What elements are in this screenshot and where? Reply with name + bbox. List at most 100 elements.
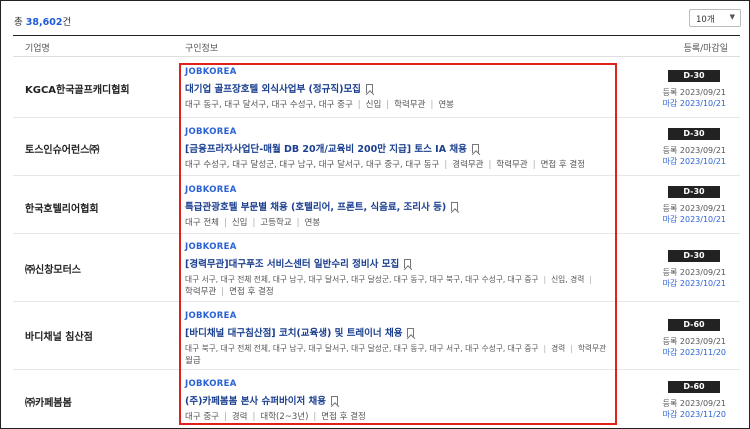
job-meta: 대구 수성구, 대구 달성군, 대구 남구, 대구 달서구, 대구 중구, 대구… [185,160,586,170]
header-dates: 등록/마감일 [683,44,728,54]
job-title-link[interactable]: 대기업 골프장호텔 외식사업부 (정규직)모집 [185,81,613,95]
meta-salary: 면접 후 결정 [321,412,366,422]
source-brand: JOBKOREA [185,185,237,195]
source-brand: JOBKOREA [185,379,237,389]
job-info: JOBKOREA 특급관광호텔 부문별 채용 (호텔리어, 프론트, 식음료, … [185,185,613,229]
bookmark-icon[interactable] [330,396,338,405]
company-name[interactable]: 토스인슈어런스㈜ [25,141,99,156]
meta-career: 신입, 경력 [551,275,585,284]
registered-date: 등록 2023/09/21 [662,399,726,408]
table-row: 바디채널 침산점 JOBKOREA [바디채널 대구침산점] 코치(교육생) 및… [13,302,740,370]
meta-salary: 면접 후 결정 [540,160,586,170]
dday-badge: D-30 [668,70,720,82]
count-prefix: 총 [14,17,26,28]
chevron-down-icon: ▼ [729,13,735,21]
table-row: 한국호텔리어협회 JOBKOREA 특급관광호텔 부문별 채용 (호텔리어, 프… [13,176,740,234]
table-row: 토스인슈어런스㈜ JOBKOREA [금융프라자사업단-매월 DB 20개/교육… [13,118,740,176]
bookmark-icon[interactable] [471,144,479,153]
company-name[interactable]: KGCA한국골프캐디협회 [25,81,130,96]
job-title-link[interactable]: (주)카페봄봄 본사 슈퍼바이저 채용 [185,393,613,407]
company-name[interactable]: ㈜신창모터스 [25,261,81,276]
job-meta: 대구 전체 | 신입 | 고등학교 | 연봉 [185,218,321,228]
deadline-date: 마감 2023/10/21 [662,157,726,166]
meta-location: 대구 중구 [185,412,219,422]
dday-badge: D-30 [668,128,720,140]
deadline-date: 마감 2023/11/20 [662,348,726,357]
job-info: JOBKOREA [바디채널 대구침산점] 코치(교육생) 및 트레이너 채용 … [185,311,613,367]
dday-badge: D-30 [668,250,720,262]
job-title[interactable]: 특급관광호텔 부문별 채용 (호텔리어, 프론트, 식음료, 조리사 등) [185,202,446,213]
table-row: ㈜카페봄봄 JOBKOREA (주)카페봄봄 본사 슈퍼바이저 채용 대구 중구… [13,370,740,428]
date-info: 등록 2023/09/21 마감 2023/10/21 [663,203,726,225]
meta-location: 대구 수성구, 대구 달성군, 대구 남구, 대구 달서구, 대구 중구, 대구… [185,160,440,170]
meta-education: 고등학교 [260,218,292,228]
meta-career: 경력 [551,344,566,353]
company-name[interactable]: ㈜카페봄봄 [25,394,72,409]
meta-education: 학력무관 [394,100,426,110]
meta-education: 대학(2~3년) [260,412,309,422]
job-title-link[interactable]: [경력무관]대구푸조 서비스센터 일반수리 정비사 모집 [185,256,613,270]
meta-location: 대구 전체 [185,218,219,228]
meta-salary: 연봉 [438,100,454,110]
job-title-link[interactable]: 특급관광호텔 부문별 채용 (호텔리어, 프론트, 식음료, 조리사 등) [185,199,613,213]
job-info: JOBKOREA [경력무관]대구푸조 서비스센터 일반수리 정비사 모집 대구… [185,242,613,298]
dday-badge: D-30 [668,186,720,198]
meta-location: 대구 북구, 대구 전체 전체, 대구 남구, 대구 달서구, 대구 달성군, … [185,344,539,353]
date-info: 등록 2023/09/21 마감 2023/10/21 [663,87,726,109]
registered-date: 등록 2023/09/21 [662,146,726,155]
source-brand: JOBKOREA [185,242,237,252]
table-row: ㈜신창모터스 JOBKOREA [경력무관]대구푸조 서비스센터 일반수리 정비… [13,234,740,302]
count-suffix: 건 [62,17,72,28]
company-name[interactable]: 한국호텔리어협회 [25,200,99,215]
result-count: 총 38,602건 [14,14,71,28]
bookmark-icon[interactable] [404,259,412,268]
job-title-link[interactable]: [금융프라자사업단-매월 DB 20개/교육비 200만 지급] 토스 IA 채… [185,141,613,155]
meta-career: 경력 [231,412,248,422]
source-brand: JOBKOREA [185,127,237,137]
dday-badge: D-60 [668,319,720,331]
job-info: JOBKOREA (주)카페봄봄 본사 슈퍼바이저 채용 대구 중구 | 경력 | 대학… [185,379,613,423]
job-title[interactable]: [금융프라자사업단-매월 DB 20개/교육비 200만 지급] 토스 IA 채… [185,144,467,155]
registered-date: 등록 2023/09/21 [662,268,726,277]
job-list-panel: 총 38,602건 10개 ▼ 기업명 구인정보 등록/마감일 KGCA한국골프… [0,0,750,429]
deadline-date: 마감 2023/10/21 [662,99,726,108]
date-info: 등록 2023/09/21 마감 2023/10/21 [663,145,726,167]
job-info: JOBKOREA [금융프라자사업단-매월 DB 20개/교육비 200만 지급… [185,127,613,171]
header-company: 기업명 [25,44,50,54]
meta-education: 학력무관 [496,160,528,170]
bookmark-icon[interactable] [365,84,373,93]
job-title[interactable]: [경력무관]대구푸조 서비스센터 일반수리 정비사 모집 [185,259,399,270]
deadline-date: 마감 2023/10/21 [662,279,726,288]
page-size-select[interactable]: 10개 ▼ [689,9,741,27]
job-meta-line2: 월급 [185,355,613,367]
job-meta: 대구 북구, 대구 전체 전체, 대구 남구, 대구 달서구, 대구 달성군, … [185,344,607,353]
meta-location: 대구 동구, 대구 달서구, 대구 수성구, 대구 중구 [185,100,353,110]
registered-date: 등록 2023/09/21 [662,88,726,97]
job-title[interactable]: [바디채널 대구침산점] 코치(교육생) 및 트레이너 채용 [185,328,402,339]
registered-date: 등록 2023/09/21 [662,204,726,213]
job-title-link[interactable]: [바디채널 대구침산점] 코치(교육생) 및 트레이너 채용 [185,325,613,339]
bookmark-icon[interactable] [451,202,459,211]
date-info: 등록 2023/09/21 마감 2023/10/21 [663,267,726,289]
header-info: 구인정보 [185,44,219,54]
job-meta: 대구 중구 | 경력 | 대학(2~3년) | 면접 후 결정 [185,412,366,422]
job-title[interactable]: 대기업 골프장호텔 외식사업부 (정규직)모집 [185,84,361,95]
meta-education: 학력무관 [185,287,217,297]
bookmark-icon[interactable] [407,328,415,337]
job-info: JOBKOREA 대기업 골프장호텔 외식사업부 (정규직)모집 대구 동구, … [185,67,613,111]
meta-career: 경력무관 [452,160,484,170]
count-value: 38,602 [25,17,63,28]
meta-salary: 월급 [185,356,201,366]
deadline-date: 마감 2023/10/21 [662,215,726,224]
page-size-value: 10개 [696,15,715,25]
table-row: KGCA한국골프캐디협회 JOBKOREA 대기업 골프장호텔 외식사업부 (정… [13,57,740,118]
job-meta: 대구 서구, 대구 전체 전체, 대구 남구, 대구 달서구, 대구 달성군, … [185,275,592,284]
table-header: 기업명 구인정보 등록/마감일 [13,35,740,57]
date-info: 등록 2023/09/21 마감 2023/11/20 [663,398,726,420]
meta-location: 대구 서구, 대구 전체 전체, 대구 남구, 대구 달서구, 대구 달성군, … [185,275,539,284]
job-title[interactable]: (주)카페봄봄 본사 슈퍼바이저 채용 [185,396,326,407]
deadline-date: 마감 2023/11/20 [662,410,726,419]
meta-salary: 연봉 [304,218,321,228]
meta-career: 신입 [231,218,248,228]
company-name[interactable]: 바디채널 침산점 [25,328,93,343]
